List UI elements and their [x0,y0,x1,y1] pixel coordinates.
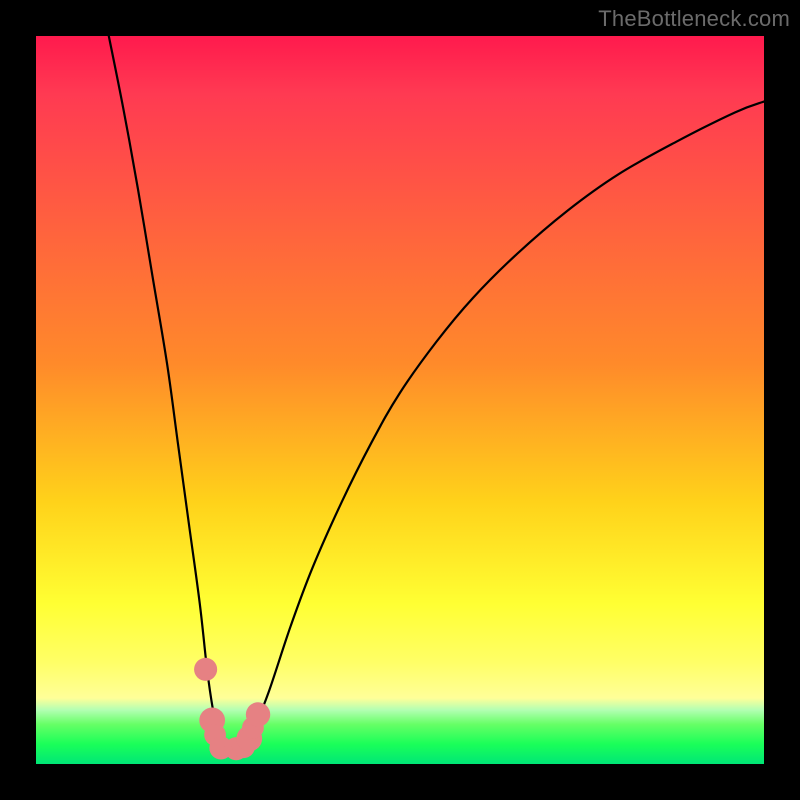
curve-path [109,36,764,750]
bottleneck-curve [36,36,764,764]
curve-marker [194,658,217,681]
curve-marker [246,702,270,726]
marker-group [194,658,270,760]
chart-plot-area [36,36,764,764]
watermark-text: TheBottleneck.com [598,6,790,32]
